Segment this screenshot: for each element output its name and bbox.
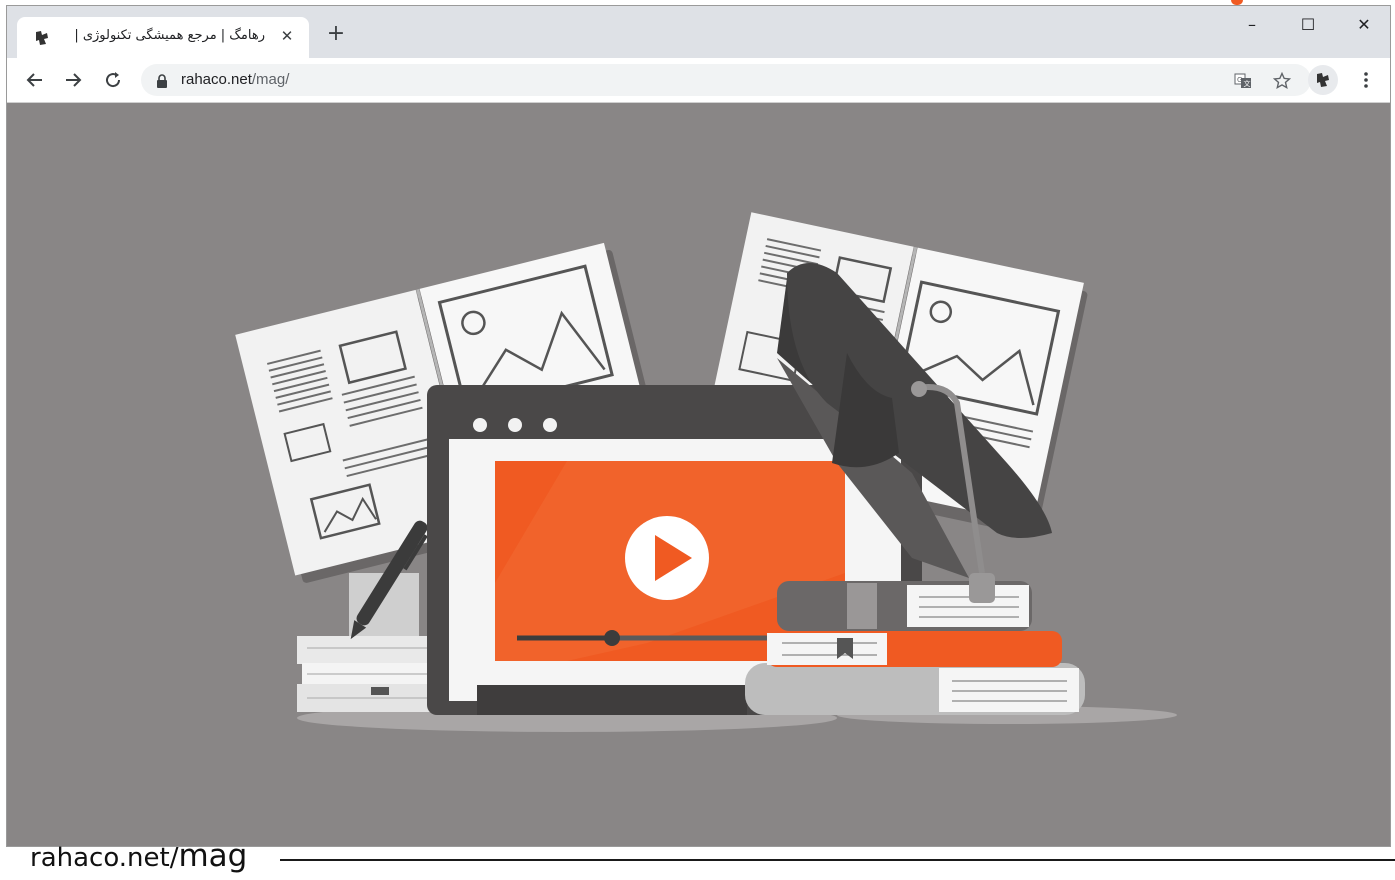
url-domain: rahaco.net bbox=[181, 71, 252, 88]
rahaco-logo-icon bbox=[33, 29, 51, 47]
svg-text:文: 文 bbox=[1244, 79, 1251, 88]
minimize-button[interactable]: – bbox=[1229, 10, 1275, 40]
page-caption: rahaco.net/mag bbox=[30, 838, 247, 880]
url-path: /mag/ bbox=[251, 71, 290, 88]
browser-toolbar: rahaco.net/mag/ G文 bbox=[7, 58, 1390, 103]
caption-domain: rahaco.net/ bbox=[30, 843, 179, 873]
lock-icon[interactable] bbox=[155, 73, 169, 88]
translate-icon[interactable]: G文 bbox=[1233, 71, 1253, 91]
tab-title: رهامگ | مرجع همیشگی تکنولوژی | bbox=[74, 28, 265, 43]
new-tab-button[interactable]: + bbox=[325, 23, 347, 45]
tab-strip: رهامگ | مرجع همیشگی تکنولوژی | ✕ + – ☐ ✕ bbox=[7, 6, 1390, 58]
star-icon[interactable] bbox=[1272, 71, 1292, 91]
back-icon[interactable] bbox=[21, 66, 49, 94]
profile-avatar-icon[interactable] bbox=[1308, 65, 1338, 95]
browser-tab[interactable]: رهامگ | مرجع همیشگی تکنولوژی | ✕ bbox=[17, 17, 309, 58]
e-learning-illustration bbox=[235, 212, 1177, 732]
forward-icon[interactable] bbox=[59, 66, 87, 94]
close-window-button[interactable]: ✕ bbox=[1341, 10, 1387, 40]
tab-close-icon[interactable]: ✕ bbox=[277, 26, 297, 46]
url-text: rahaco.net/mag/ bbox=[181, 71, 289, 88]
address-bar[interactable]: rahaco.net/mag/ G文 bbox=[141, 64, 1311, 96]
svg-text:G: G bbox=[1237, 76, 1242, 84]
page-content bbox=[7, 103, 1390, 846]
caption-path: mag bbox=[178, 838, 248, 874]
caption-divider bbox=[280, 859, 1395, 861]
browser-window: رهامگ | مرجع همیشگی تکنولوژی | ✕ + – ☐ ✕… bbox=[6, 5, 1391, 847]
book-stack-right bbox=[745, 581, 1085, 715]
reload-icon[interactable] bbox=[99, 66, 127, 94]
more-menu-icon[interactable] bbox=[1352, 66, 1380, 94]
maximize-button[interactable]: ☐ bbox=[1285, 10, 1331, 40]
